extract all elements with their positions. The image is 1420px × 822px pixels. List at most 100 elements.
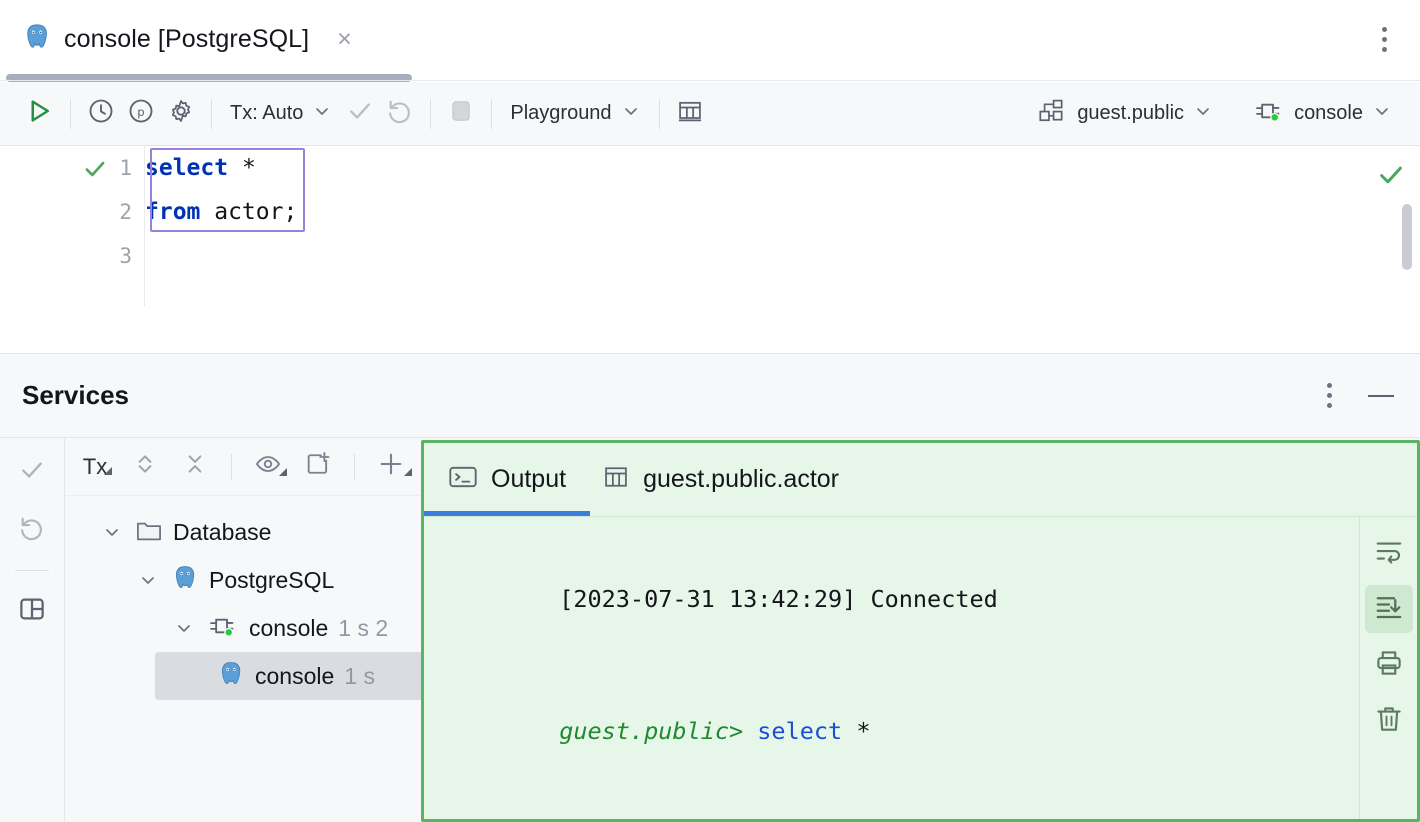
sql-text: *	[228, 155, 256, 181]
output-line: [2023-07-31 13:42:29] Connected	[446, 533, 1417, 665]
commit-button[interactable]	[10, 450, 54, 494]
layout-panel-button[interactable]	[10, 589, 54, 633]
sql-keyword: from	[145, 199, 200, 225]
console-output-icon	[448, 464, 478, 495]
new-tab-button[interactable]	[294, 445, 342, 489]
minimize-icon[interactable]	[1364, 379, 1398, 413]
scroll-to-end-icon	[1374, 592, 1404, 627]
code-line	[145, 234, 1420, 278]
tree-item-meta: 1 s	[344, 663, 375, 690]
scroll-to-end-button[interactable]	[1365, 585, 1413, 633]
schema-selector[interactable]: guest.public	[1030, 93, 1221, 135]
rollback-icon	[386, 97, 414, 130]
commit-check-icon	[18, 456, 46, 489]
editor-tab-console[interactable]: console [PostgreSQL] ×	[22, 16, 352, 62]
tree-item-label: console	[255, 663, 334, 690]
folder-icon	[135, 518, 163, 547]
inspection-ok-icon[interactable]	[1376, 160, 1406, 195]
transaction-mode-label: Tx: Auto	[230, 102, 303, 125]
sql-text: actor;	[200, 199, 297, 225]
table-grid-icon	[676, 97, 704, 130]
services-left-rail	[0, 438, 65, 822]
editor-tab-bar: console [PostgreSQL] ×	[0, 0, 1420, 78]
output-tab-bar: Output guest.public.actor	[424, 443, 1417, 517]
services-header: Services	[0, 354, 1420, 438]
soft-wrap-icon	[1374, 536, 1404, 571]
add-button[interactable]	[367, 445, 415, 489]
print-button[interactable]	[1365, 641, 1413, 689]
divider	[231, 454, 232, 480]
output-line: guest.public> select *	[446, 665, 1417, 797]
playground-label: Playground	[510, 102, 611, 125]
tx-mode-button[interactable]: Tx	[71, 445, 119, 489]
history-button[interactable]	[81, 94, 121, 134]
divider	[70, 99, 71, 129]
transaction-mode-selector[interactable]: Tx: Auto	[222, 93, 340, 135]
code-line: select *	[145, 146, 1420, 190]
statement-ok-icon	[82, 156, 108, 187]
output-line: from actor	[446, 797, 1417, 822]
chevron-down-icon[interactable]	[171, 618, 197, 638]
divider	[430, 99, 431, 129]
layout-panel-icon	[17, 594, 47, 629]
more-options-icon[interactable]	[1370, 22, 1398, 56]
chevron-down-icon[interactable]	[135, 570, 161, 590]
dropdown-arrow-icon	[278, 464, 288, 482]
output-console-text[interactable]: [2023-07-31 13:42:29] Connected guest.pu…	[424, 517, 1417, 822]
output-text: [2023-07-31 13:42:29] Connected	[559, 585, 998, 613]
line-number: 3	[119, 244, 132, 268]
postgresql-elephant-icon	[22, 22, 52, 57]
commit-button[interactable]	[340, 94, 380, 134]
services-header-actions	[1321, 377, 1398, 414]
view-options-button[interactable]	[244, 445, 292, 489]
plus-icon	[377, 450, 405, 483]
history-clock-icon	[87, 97, 115, 130]
editor-text-area[interactable]: select * from actor;	[145, 146, 1420, 306]
rollback-icon	[18, 514, 46, 547]
gutter-line: 1	[0, 146, 144, 190]
close-icon[interactable]: ×	[337, 27, 352, 52]
dropdown-arrow-icon	[103, 463, 113, 481]
expand-all-button[interactable]	[121, 445, 169, 489]
sql-console-toolbar: p Tx: Auto	[0, 82, 1420, 146]
tab-output[interactable]: Output	[448, 444, 566, 516]
output-tool-window: Output guest.public.actor [2023-07-31 13…	[421, 440, 1420, 822]
chevron-down-icon[interactable]	[99, 522, 125, 542]
collapse-all-button[interactable]	[171, 445, 219, 489]
stop-button[interactable]	[441, 94, 481, 134]
tree-item-label: Database	[173, 519, 271, 546]
settings-button[interactable]	[161, 94, 201, 134]
soft-wrap-button[interactable]	[1365, 529, 1413, 577]
clear-all-button[interactable]	[1365, 697, 1413, 745]
stop-icon	[448, 98, 474, 129]
parameters-button[interactable]: p	[121, 94, 161, 134]
line-number: 1	[119, 156, 132, 180]
collapse-all-icon	[182, 451, 208, 482]
tree-item-meta: 1 s 2	[338, 615, 388, 642]
plug-connected-icon	[207, 613, 239, 644]
rollback-button[interactable]	[380, 94, 420, 134]
playground-selector[interactable]: Playground	[502, 93, 648, 135]
expand-all-icon	[132, 451, 158, 482]
connection-selector[interactable]: console	[1245, 93, 1400, 135]
ide-window: console [PostgreSQL] × p	[0, 0, 1420, 822]
plug-connected-icon	[1253, 98, 1285, 129]
rollback-button[interactable]	[10, 508, 54, 552]
tab-result-set[interactable]: guest.public.actor	[602, 444, 839, 516]
chevron-down-icon	[621, 101, 641, 126]
chevron-down-icon	[1372, 101, 1392, 126]
divider	[15, 570, 49, 571]
divider	[659, 99, 660, 129]
run-button[interactable]	[18, 94, 60, 134]
sql-editor[interactable]: 1 2 3 select * from actor;	[0, 146, 1420, 352]
chevron-down-icon	[1193, 101, 1213, 126]
gutter-line: 2	[0, 190, 144, 234]
output-actions-rail	[1359, 517, 1417, 819]
chevron-down-icon	[312, 101, 332, 126]
editor-gutter: 1 2 3	[0, 146, 145, 306]
output-prompt: guest.public>	[559, 717, 743, 745]
divider	[0, 80, 1420, 81]
data-editor-button[interactable]	[670, 94, 710, 134]
editor-vertical-scrollbar[interactable]	[1402, 204, 1412, 270]
more-options-icon[interactable]	[1321, 377, 1338, 414]
